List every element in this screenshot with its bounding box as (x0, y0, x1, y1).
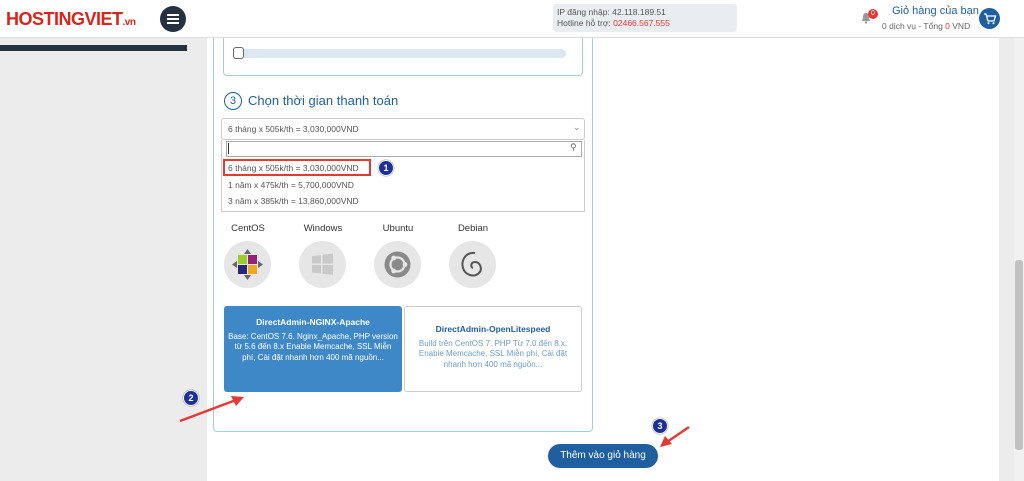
add-to-cart-button[interactable]: Thêm vào giỏ hàng (548, 444, 658, 468)
annotation-arrows (179, 396, 690, 447)
annotation-marker-3: 3 (652, 418, 668, 434)
scrollbar-thumb[interactable] (1015, 260, 1023, 450)
annotation-marker-2: 2 (183, 390, 199, 406)
